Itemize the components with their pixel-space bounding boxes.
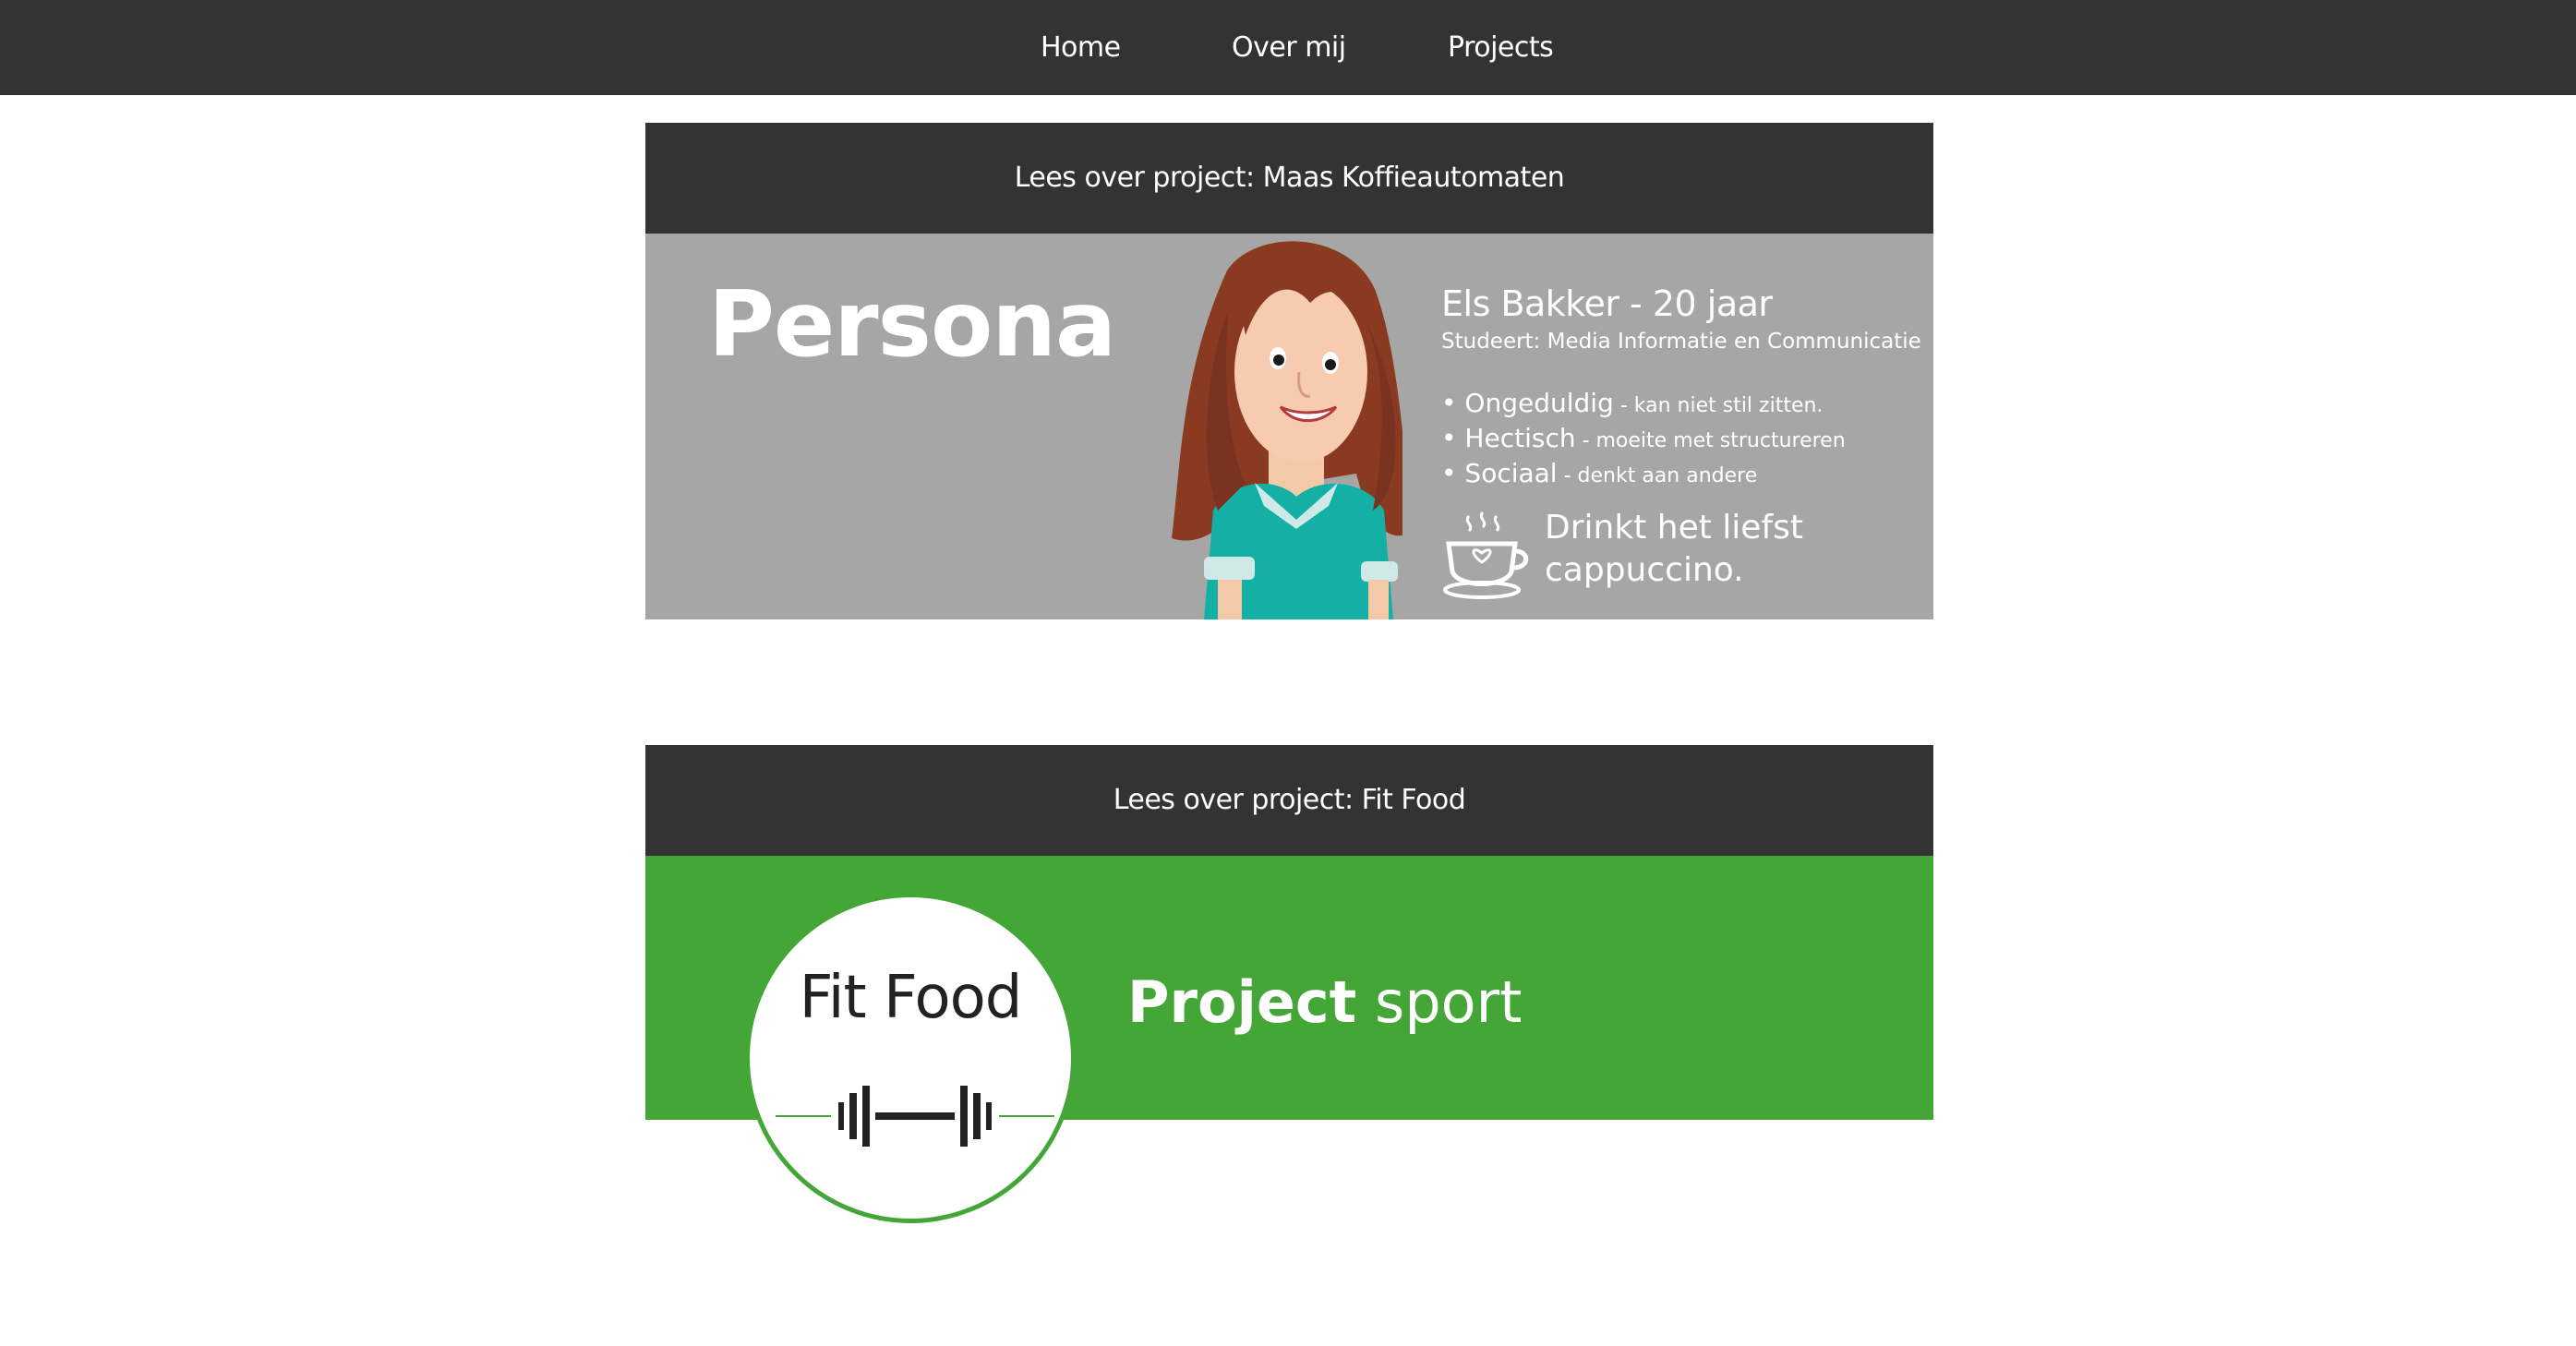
persona-name: Els Bakker - 20 jaar <box>1441 283 1773 324</box>
persona-girl-illustration <box>1172 241 1402 619</box>
persona-drink-text: Drinkt het liefst cappuccino. <box>1545 509 1803 589</box>
persona-banner-image[interactable]: Persona Els Bakker - 20 jaar Studeert: M… <box>645 234 1933 619</box>
nav-projects-link[interactable]: Projects <box>1448 0 1554 95</box>
persona-trait: • Sociaal - denkt aan andere <box>1441 458 1758 488</box>
project-card-fitfood: Lees over project: Fit Food Fit Food Pro… <box>645 745 1933 1223</box>
dumbbell-icon <box>776 1086 1054 1147</box>
top-navigation: Home Over mij Projects <box>0 0 2576 95</box>
project-card-maas: Lees over project: Maas Koffieautomaten … <box>645 123 1933 619</box>
fitfood-logo: Fit Food <box>745 893 1076 1223</box>
nav-over-mij-link[interactable]: Over mij <box>1232 0 1346 95</box>
persona-trait: • Hectisch - moeite met structureren <box>1441 423 1846 453</box>
persona-traits: • Ongeduldig - kan niet stil zitten. • H… <box>1441 387 1921 492</box>
fitfood-title: Project sport <box>1127 968 1523 1036</box>
fitfood-logo-text: Fit Food <box>799 964 1023 1032</box>
nav-home-link[interactable]: Home <box>1041 0 1121 95</box>
persona-study: Studeert: Media Informatie en Communicat… <box>1441 330 1921 354</box>
fitfood-banner-image[interactable]: Fit Food Project sport <box>645 856 1933 1223</box>
persona-info: Els Bakker - 20 jaar Studeert: Media Inf… <box>1441 283 1921 492</box>
project-header-maas[interactable]: Lees over project: Maas Koffieautomaten <box>645 123 1933 234</box>
project-header-fitfood[interactable]: Lees over project: Fit Food <box>645 745 1933 856</box>
persona-trait: • Ongeduldig - kan niet stil zitten. <box>1441 388 1824 418</box>
coffee-cup-icon <box>1443 511 1529 599</box>
persona-title: Persona <box>708 272 1116 378</box>
